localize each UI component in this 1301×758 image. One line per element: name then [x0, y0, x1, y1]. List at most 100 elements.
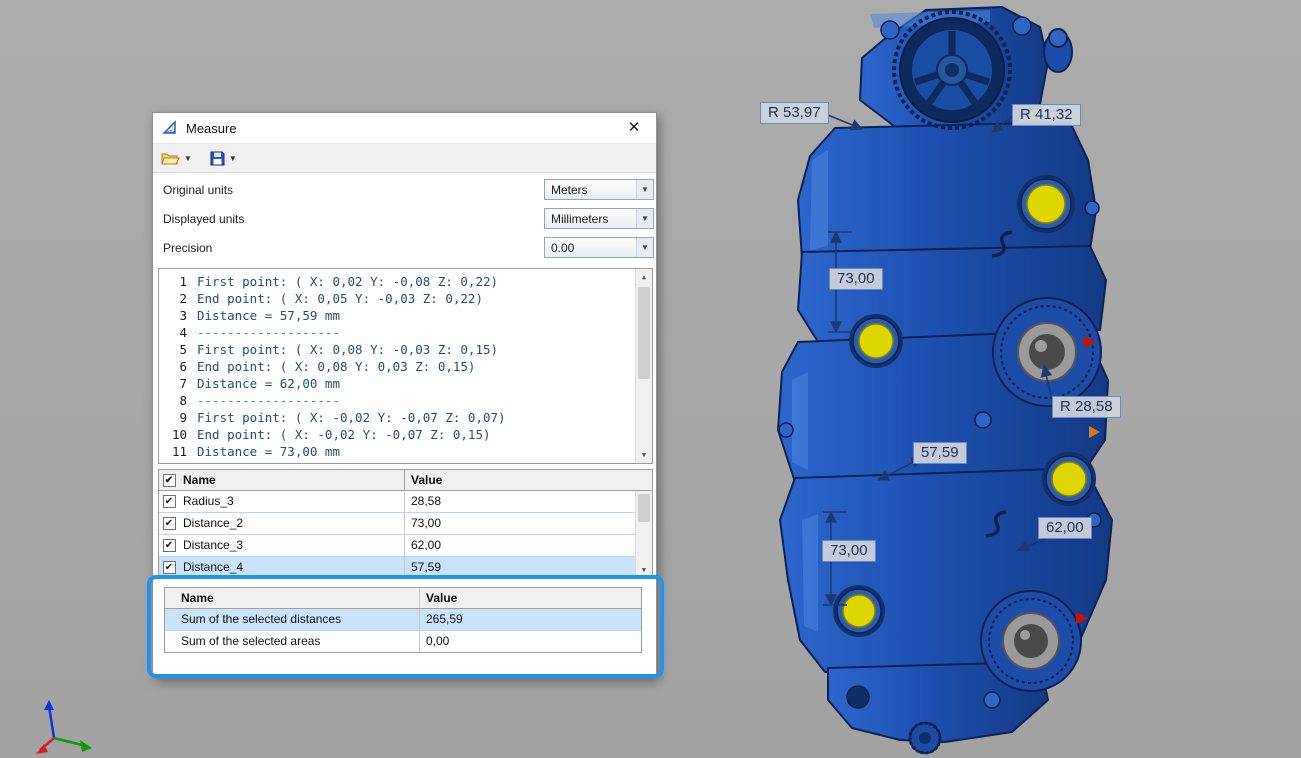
- measurements-rows: ✔Radius_328,58✔Distance_273,00✔Distance_…: [159, 491, 635, 578]
- scroll-down-icon[interactable]: ▼: [636, 562, 652, 578]
- log-line-number: 6: [159, 358, 197, 375]
- displayed-units-value: Millimeters: [551, 212, 608, 226]
- summary-value: 0,00: [420, 631, 641, 652]
- row-checkbox[interactable]: ✔: [163, 539, 176, 552]
- save-floppy-icon: [210, 151, 225, 166]
- field-row-original-units: Original units Meters ▼: [153, 175, 656, 204]
- chevron-down-icon[interactable]: ▼: [636, 180, 653, 199]
- close-icon[interactable]: ✕: [621, 117, 647, 139]
- summary-row[interactable]: Sum of the selected distances265,59: [165, 609, 641, 631]
- log-line: 5First point: ( X: 0,08 Y: -0,03 Z: 0,15…: [159, 341, 635, 358]
- open-button[interactable]: ▼: [161, 151, 192, 166]
- log-line: 4-------------------: [159, 324, 635, 341]
- measurement-name: Distance_2: [179, 513, 405, 534]
- measurement-row[interactable]: ✔Radius_328,58: [159, 491, 635, 513]
- y-axis-arrow: [80, 740, 92, 752]
- units-fields: Original units Meters ▼ Displayed units …: [153, 175, 656, 262]
- dimension-label-73-lower[interactable]: 73,00: [822, 540, 876, 562]
- measurement-row[interactable]: ✔Distance_362,00: [159, 535, 635, 557]
- dimension-label-73-upper[interactable]: 73,00: [829, 268, 883, 290]
- save-button[interactable]: ▼: [210, 151, 237, 166]
- measurement-name: Distance_3: [179, 535, 405, 556]
- row-checkbox-cell: ✔: [159, 491, 179, 512]
- row-checkbox[interactable]: ✔: [163, 517, 176, 530]
- chevron-down-icon[interactable]: ▼: [636, 209, 653, 228]
- log-line-text: -------------------: [197, 324, 340, 341]
- log-line-text: First point: ( X: -0,02 Y: -0,07 Z: 0,07…: [197, 409, 506, 426]
- log-line: 9First point: ( X: -0,02 Y: -0,07 Z: 0,0…: [159, 409, 635, 426]
- bearing-flange-lower: [981, 591, 1081, 691]
- select-all-checkbox[interactable]: ✔: [163, 474, 176, 487]
- open-dropdown-arrow[interactable]: ▼: [184, 154, 192, 163]
- original-units-select[interactable]: Meters ▼: [544, 179, 654, 200]
- measurement-log[interactable]: 1First point: ( X: 0,02 Y: -0,08 Z: 0,22…: [158, 268, 653, 464]
- dialog-titlebar[interactable]: Measure ✕: [153, 113, 656, 143]
- save-dropdown-arrow[interactable]: ▼: [229, 154, 237, 163]
- log-line: 11Distance = 73,00 mm: [159, 443, 635, 460]
- log-line-text: Distance = 73,00 mm: [197, 443, 340, 460]
- row-checkbox-cell: ✔: [159, 557, 179, 578]
- log-line-number: 1: [159, 273, 197, 290]
- scroll-up-icon[interactable]: ▲: [636, 269, 652, 285]
- log-line: 7Distance = 62,00 mm: [159, 375, 635, 392]
- header-name: Name: [165, 588, 420, 608]
- measurement-row[interactable]: ✔Distance_273,00: [159, 513, 635, 535]
- log-line-text: First point: ( X: 0,02 Y: -0,08 Z: 0,22): [197, 273, 498, 290]
- log-line-text: End point: ( X: -0,02 Y: -0,07 Z: 0,15): [197, 426, 491, 443]
- displayed-units-select[interactable]: Millimeters ▼: [544, 208, 654, 229]
- log-scroll-thumb[interactable]: [638, 287, 650, 379]
- dimension-label-57[interactable]: 57,59: [913, 442, 967, 464]
- displayed-units-label: Displayed units: [163, 212, 244, 226]
- table-scroll-thumb[interactable]: [638, 494, 650, 522]
- original-units-label: Original units: [163, 183, 233, 197]
- original-units-value: Meters: [551, 183, 588, 197]
- bottom-spline-shaft: [910, 723, 940, 753]
- log-line-number: 4: [159, 324, 197, 341]
- header-name[interactable]: Name: [179, 470, 405, 490]
- table-scrollbar[interactable]: ▼: [635, 491, 652, 578]
- log-line-text: First point: ( X: 0,08 Y: -0,03 Z: 0,15): [197, 341, 498, 358]
- log-line-number: 3: [159, 307, 197, 324]
- summary-table-header: Name Value: [165, 588, 641, 609]
- log-line: 2End point: ( X: 0,05 Y: -0,03 Z: 0,22): [159, 290, 635, 307]
- field-row-displayed-units: Displayed units Millimeters ▼: [153, 204, 656, 233]
- row-checkbox[interactable]: ✔: [163, 495, 176, 508]
- log-line-number: 5: [159, 341, 197, 358]
- summary-rows: Sum of the selected distances265,59Sum o…: [165, 609, 641, 653]
- precision-select[interactable]: 0.00 ▼: [544, 237, 654, 258]
- log-line-number: 9: [159, 409, 197, 426]
- row-checkbox-cell: ✔: [159, 535, 179, 556]
- dimension-label-radius-41[interactable]: R 41,32: [1012, 104, 1081, 126]
- log-line-number: 10: [159, 426, 197, 443]
- dimension-label-radius-53[interactable]: R 53,97: [760, 102, 829, 124]
- measurement-name: Radius_3: [179, 491, 405, 512]
- log-line: 1First point: ( X: 0,02 Y: -0,08 Z: 0,22…: [159, 273, 635, 290]
- summary-name: Sum of the selected distances: [165, 609, 420, 630]
- precision-value: 0.00: [551, 241, 574, 255]
- dimension-label-radius-28[interactable]: R 28,58: [1052, 396, 1121, 418]
- measurement-value: 73,00: [405, 513, 635, 534]
- log-line: 10End point: ( X: -0,02 Y: -0,07 Z: 0,15…: [159, 426, 635, 443]
- measure-icon: [162, 120, 178, 136]
- summary-value: 265,59: [420, 609, 641, 630]
- row-checkbox[interactable]: ✔: [163, 561, 176, 574]
- summary-row[interactable]: Sum of the selected areas0,00: [165, 631, 641, 653]
- precision-label: Precision: [163, 241, 212, 255]
- header-value[interactable]: Value: [405, 470, 652, 490]
- dimension-label-62[interactable]: 62,00: [1038, 517, 1092, 539]
- log-line-number: 11: [159, 443, 197, 460]
- field-row-precision: Precision 0.00 ▼: [153, 233, 656, 262]
- scroll-down-icon[interactable]: ▼: [636, 447, 652, 463]
- measurement-row[interactable]: ✔Distance_457,59: [159, 557, 635, 579]
- z-axis-arrow: [44, 700, 54, 710]
- header-checkbox-cell: ✔: [159, 470, 179, 490]
- chevron-down-icon[interactable]: ▼: [636, 238, 653, 257]
- header-value: Value: [420, 588, 641, 608]
- log-line: 8-------------------: [159, 392, 635, 409]
- measurement-value: 28,58: [405, 491, 635, 512]
- measurement-value: 62,00: [405, 535, 635, 556]
- bearing-flange-upper: [993, 298, 1101, 406]
- log-scrollbar[interactable]: ▲ ▼: [635, 269, 652, 463]
- coordinate-triad[interactable]: [36, 698, 100, 758]
- log-line-number: 7: [159, 375, 197, 392]
